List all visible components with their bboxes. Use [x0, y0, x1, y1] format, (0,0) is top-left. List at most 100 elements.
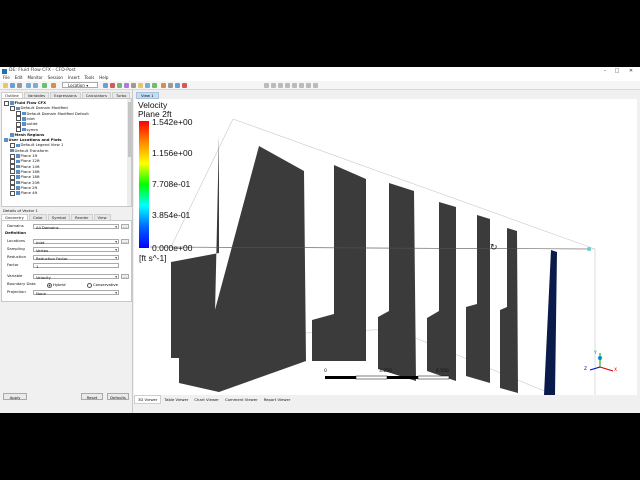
axis-z-label: Z [584, 367, 588, 372]
streamline-icon[interactable] [117, 82, 122, 88]
comment-icon[interactable] [145, 82, 150, 88]
tree-item-plane[interactable]: Plane 4ft [10, 190, 37, 196]
insert-icon[interactable] [51, 82, 56, 88]
boundary-icon [22, 111, 26, 116]
variable-icon[interactable] [182, 82, 187, 88]
legend-tick: 7.708e-01 [152, 179, 191, 189]
app-logo-icon [2, 68, 7, 74]
close-icon[interactable]: ✕ [626, 67, 636, 75]
variable-browse-button[interactable]: … [121, 273, 129, 279]
plane [312, 165, 366, 361]
projection-select[interactable]: None [33, 289, 119, 296]
sampling-label: Sampling [7, 246, 25, 251]
open-icon[interactable] [3, 82, 8, 88]
vector-marker [587, 247, 591, 251]
select-icon[interactable] [264, 82, 269, 88]
boundary-data-label: Boundary Data [7, 281, 36, 286]
details-panel: Details of Vector 1 Geometry Color Symbol R… [1, 208, 132, 302]
plane-icon [16, 186, 20, 190]
scale-bar-segment [355, 375, 388, 380]
zoom-box-icon[interactable] [292, 82, 297, 88]
save-icon[interactable] [10, 82, 15, 88]
legend-tick: 3.854e-01 [152, 210, 191, 220]
plane-icon [16, 164, 20, 169]
scale-label: 6.500 [436, 369, 449, 374]
checkbox-icon[interactable] [10, 105, 15, 111]
scale-bar-segment [325, 376, 356, 379]
3d-viewport[interactable]: ↻ Velocity Plane 2ft 1.542e+00 1.156e+00 [134, 99, 637, 395]
tab-comment-viewer[interactable]: Comment Viewer [222, 396, 261, 403]
scrollbar-thumb[interactable] [127, 102, 131, 157]
variable-select[interactable]: Velocity [33, 273, 119, 280]
reduction-label: Reduction [7, 254, 26, 259]
apply-button[interactable]: Apply [3, 393, 27, 400]
checkbox-icon[interactable] [4, 100, 9, 106]
tab-table-viewer[interactable]: Table Viewer [161, 396, 191, 403]
toolbar: Location ▾ [0, 81, 640, 90]
maximize-icon[interactable]: □ [612, 67, 622, 75]
domains-row: Domains All Domains … [2, 223, 131, 230]
domains-browse-button[interactable]: … [121, 223, 129, 229]
reduction-select[interactable]: Reduction Factor [33, 254, 119, 261]
vector-icon[interactable] [103, 82, 108, 88]
plane-icon [16, 175, 20, 179]
undo-icon[interactable] [26, 82, 31, 88]
geometry-canvas: ↻ [149, 118, 614, 395]
minimize-icon[interactable]: – [600, 67, 610, 75]
domains-select[interactable]: All Domains [33, 223, 119, 230]
locations-browse-button[interactable]: … [121, 238, 129, 244]
locations-select[interactable]: Inlet [33, 238, 119, 245]
checkbox-icon[interactable] [10, 190, 15, 196]
conservative-radio[interactable]: Conservative [87, 282, 118, 288]
fit-view-icon[interactable] [299, 82, 304, 88]
location-dropdown[interactable]: Location ▾ [62, 82, 98, 88]
boundary-data-row: Boundary Data Hybrid Conservative [2, 281, 131, 288]
plane [466, 215, 490, 383]
defaults-button[interactable]: Defaults [107, 393, 129, 400]
redo-icon[interactable] [33, 82, 38, 88]
plane-icon [16, 170, 20, 174]
tab-3d-viewer[interactable]: 3D Viewer [134, 395, 162, 404]
tab-report-viewer[interactable]: Report Viewer [261, 396, 294, 403]
refresh-icon[interactable] [42, 82, 47, 88]
tree-scrollbar[interactable] [127, 99, 131, 206]
factor-input[interactable]: 1 [33, 262, 119, 269]
left-pane: Outline Variables Expressions Calculators Tu… [0, 90, 133, 413]
title-bar: DE: Fluid Flow CFX - CFD-Post – □ ✕ [0, 67, 640, 75]
outline-tree: Fluid Flow CFX Default Domain Modified D… [1, 98, 132, 207]
volume-render-icon[interactable] [124, 82, 129, 88]
table-icon[interactable] [131, 82, 136, 88]
legend-tick: 0.000e+00 [152, 243, 193, 253]
plane-2ft [544, 250, 557, 395]
expression-icon[interactable] [168, 82, 173, 88]
layout-icon[interactable] [306, 82, 311, 88]
legend: Velocity Plane 2ft 1.542e+00 1.156e+00 7… [138, 101, 192, 264]
viewport-icon[interactable] [313, 82, 318, 88]
macro-icon[interactable] [175, 82, 180, 88]
reset-button[interactable]: Reset [81, 393, 103, 400]
scale-label: 0 [324, 369, 327, 374]
sampling-row: Sampling Vertex [2, 246, 131, 253]
rotate-cursor-icon: ↻ [490, 243, 498, 253]
chart-icon[interactable] [138, 82, 143, 88]
viewer-header: View 1 [134, 90, 640, 99]
axis-y-label: Y [594, 351, 597, 356]
plane-icon [16, 154, 20, 158]
rotate-icon[interactable] [271, 82, 276, 88]
plane-icon [16, 159, 20, 164]
view-selector[interactable]: View 1 [136, 92, 159, 99]
window-title: DE: Fluid Flow CFX - CFD-Post [9, 68, 76, 73]
hybrid-radio[interactable]: Hybrid [47, 282, 66, 288]
contour-icon[interactable] [110, 82, 115, 88]
scale-bar-segment [387, 376, 418, 379]
domains-label: Domains [7, 223, 24, 228]
function-icon[interactable] [161, 82, 166, 88]
sampling-select[interactable]: Vertex [33, 246, 119, 253]
legend-icon [16, 143, 20, 148]
tab-chart-viewer[interactable]: Chart Viewer [191, 396, 222, 403]
print-icon[interactable] [17, 82, 22, 88]
case-icon [10, 101, 14, 105]
pan-icon[interactable] [278, 82, 283, 88]
figure-icon[interactable] [152, 82, 157, 88]
zoom-icon[interactable] [285, 82, 290, 88]
